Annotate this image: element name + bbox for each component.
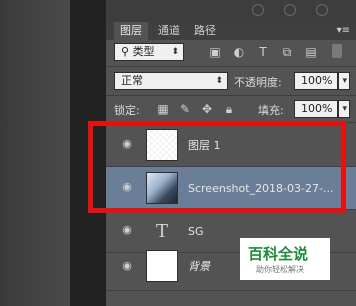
filter-kind-dropdown[interactable]: ⚲ 类型 ⬍	[114, 43, 184, 61]
opacity-label: 不透明度:	[234, 76, 282, 89]
fill-dropdown-button[interactable]: ▾	[338, 100, 350, 118]
layer-name: 背景	[188, 260, 210, 273]
opacity-dropdown-button[interactable]: ▾	[338, 72, 350, 90]
filter-toggle[interactable]	[332, 44, 342, 58]
watermark-subtitle: 助你轻松解决	[256, 265, 304, 274]
tab-channels[interactable]: 通道	[152, 22, 186, 40]
lock-image-pixels-icon[interactable]: ✎	[178, 102, 192, 116]
smart-object-filter-icon[interactable]: ▤	[304, 45, 318, 59]
filter-kind-label: 类型	[132, 45, 155, 58]
toolbar-circle-icon[interactable]	[252, 4, 264, 16]
watermark-title: 百科全说	[248, 245, 309, 263]
shape-filter-icon[interactable]: ⧉	[280, 45, 294, 59]
divider	[106, 66, 356, 67]
tab-layers[interactable]: 图层	[114, 22, 148, 40]
search-icon: ⚲	[121, 45, 133, 58]
toolbar-circle-icon[interactable]	[284, 4, 296, 16]
chevron-updown-icon: ⬍	[215, 76, 223, 86]
adjustment-filter-icon[interactable]: ◐	[232, 45, 246, 59]
fill-value: 100%	[301, 102, 333, 115]
divider	[106, 95, 356, 96]
chevron-down-icon: ▾	[342, 76, 347, 86]
type-filter-icon[interactable]: T	[256, 45, 270, 59]
tab-paths[interactable]: 路径	[188, 22, 222, 40]
chevron-down-icon: ▾	[342, 104, 347, 114]
fill-field[interactable]: 100%	[294, 100, 338, 118]
panel-tabs: 图层 通道 路径 ▾≡	[106, 22, 356, 40]
visibility-eye-icon[interactable]: ◉	[120, 260, 134, 271]
canvas-area	[0, 0, 70, 306]
highlight-annotation-box	[88, 121, 346, 213]
pixel-filter-icon[interactable]: ▣	[208, 45, 222, 59]
layer-thumbnail	[146, 250, 178, 282]
watermark-logo: 百科全说 助你轻松解决	[240, 238, 330, 280]
blend-mode-dropdown[interactable]: 正常 ⬍	[114, 72, 228, 90]
opacity-value: 100%	[301, 74, 333, 87]
fill-label: 填充:	[258, 104, 284, 117]
blend-mode-value: 正常	[121, 74, 143, 87]
chevron-updown-icon: ⬍	[171, 47, 179, 57]
toolbar-circle-icon[interactable]	[316, 4, 328, 16]
visibility-eye-icon[interactable]: ◉	[120, 224, 134, 235]
lock-position-icon[interactable]: ✥	[200, 102, 214, 116]
lock-all-icon[interactable]: 🔒︎	[222, 102, 236, 116]
lock-label: 锁定:	[114, 104, 140, 117]
panel-top-toolbar	[106, 0, 356, 22]
lock-transparent-pixels-icon[interactable]: ▦	[156, 102, 170, 116]
panel-menu-icon[interactable]: ▾≡	[337, 25, 350, 36]
opacity-field[interactable]: 100%	[294, 72, 338, 90]
